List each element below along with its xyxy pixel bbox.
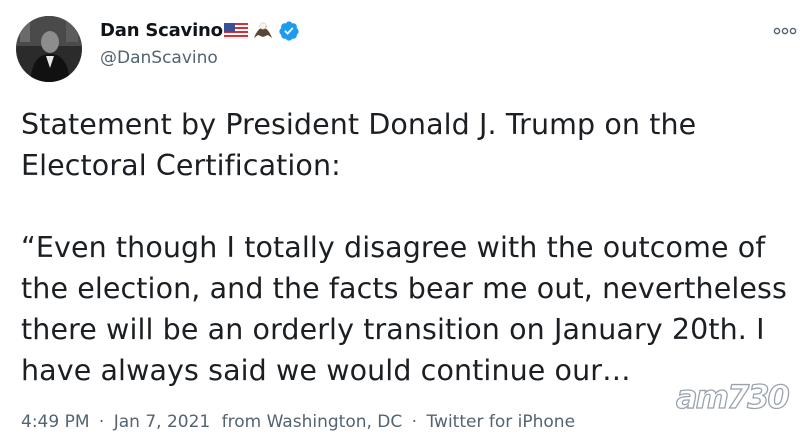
tweet-meta: 4:49 PM · Jan 7, 2021 from Washington, D… [21, 410, 575, 434]
more-options-icon[interactable] [772, 22, 798, 40]
tweet-paragraph: “Even though I totally disagree with the… [21, 231, 787, 387]
meta-separator: · [98, 412, 105, 432]
tweet-text: Statement by President Donald J. Trump o… [21, 104, 806, 391]
tweet-location[interactable]: from Washington, DC [222, 410, 403, 434]
watermark-logo: am730 [675, 378, 790, 416]
name-row: Dan Scavino [100, 18, 300, 44]
tweet-date[interactable]: Jan 7, 2021 [114, 410, 211, 434]
avatar[interactable] [16, 16, 82, 82]
user-handle[interactable]: @DanScavino [100, 46, 300, 70]
verified-badge-icon [278, 20, 300, 42]
avatar-image [16, 16, 82, 82]
tweet-card: Dan Scavino @DanScavino Statement by Pre… [0, 0, 808, 442]
meta-separator: · [411, 412, 418, 432]
us-flag-icon [223, 22, 249, 40]
tweet-paragraph: Statement by President Donald J. Trump o… [21, 108, 697, 182]
display-name[interactable]: Dan Scavino [100, 18, 223, 44]
tweet-source[interactable]: Twitter for iPhone [426, 410, 575, 434]
user-info[interactable]: Dan Scavino @DanScavino [100, 18, 300, 70]
eagle-icon [252, 20, 274, 42]
tweet-time[interactable]: 4:49 PM [21, 410, 90, 434]
